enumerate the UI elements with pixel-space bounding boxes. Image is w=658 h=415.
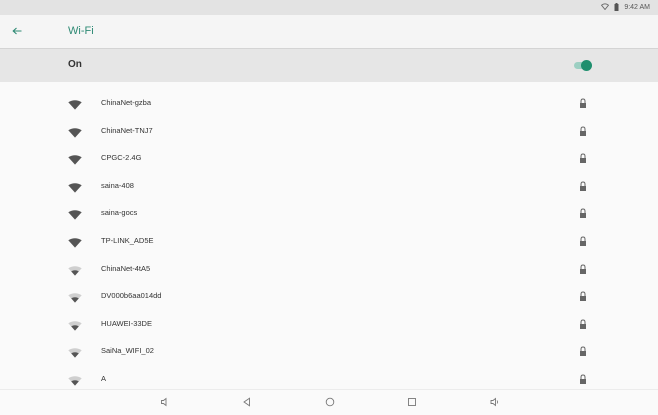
lock-icon (579, 124, 587, 136)
nav-back-button[interactable] (240, 395, 254, 409)
back-triangle-icon (243, 397, 250, 407)
lock-icon (579, 234, 587, 246)
lock-icon (579, 372, 587, 384)
network-item[interactable]: TP-LINK_AD5E (0, 228, 658, 256)
network-ssid: ChinaNet-TNJ7 (101, 125, 153, 135)
wifi-signal-icon (68, 235, 82, 248)
wifi-signal-icon (68, 345, 82, 358)
network-item[interactable]: CPGC-2.4G (0, 145, 658, 173)
arrow-back-icon (12, 27, 22, 35)
lock-icon (579, 151, 587, 164)
volume-up-icon (490, 397, 499, 407)
wifi-toggle-label: On (68, 59, 82, 70)
lock-icon (579, 179, 587, 191)
network-ssid: HUAWEI-33DE (101, 318, 152, 328)
status-bar: 9:42 AM (0, 0, 658, 15)
wifi-signal-icon (68, 180, 82, 193)
lock-icon (579, 262, 587, 274)
home-circle-icon (325, 397, 335, 407)
network-ssid: saina-408 (101, 180, 134, 190)
lock-icon (579, 317, 587, 329)
back-button[interactable] (8, 22, 26, 40)
network-item[interactable]: ChinaNet-gzba (0, 90, 658, 118)
wifi-signal-icon (68, 263, 82, 276)
wifi-toggle-row[interactable]: On (0, 48, 658, 82)
wifi-signal-icon (68, 207, 82, 220)
wifi-signal-icon (68, 97, 82, 110)
lock-icon (579, 344, 587, 357)
wifi-signal-icon (68, 125, 82, 138)
nav-bar (0, 389, 658, 415)
network-ssid: A (101, 374, 107, 383)
recents-square-icon (408, 398, 416, 406)
page-title: Wi-Fi (68, 25, 94, 37)
network-ssid: TP-LINK_AD5E (101, 236, 154, 245)
wifi-signal-icon (68, 290, 82, 303)
volume-down-button[interactable] (158, 395, 172, 409)
app-bar: Wi-Fi (0, 15, 658, 48)
wifi-status-icon (601, 3, 610, 12)
nav-recents-button[interactable] (405, 395, 419, 409)
network-ssid: SaiNa_WIFI_02 (101, 346, 154, 356)
network-ssid: CPGC-2.4G (101, 153, 142, 163)
network-item[interactable]: ChinaNet-TNJ7 (0, 118, 658, 146)
network-item[interactable]: SaiNa_WIFI_02 (0, 338, 658, 366)
network-ssid: ChinaNet-4tA5 (101, 263, 151, 273)
wifi-switch[interactable] (573, 59, 593, 71)
battery-icon (614, 2, 619, 13)
volume-down-icon (161, 397, 167, 407)
network-ssid: saina-gocs (101, 208, 138, 218)
lock-icon (579, 289, 587, 302)
network-item[interactable]: HUAWEI-33DE (0, 311, 658, 339)
switch-thumb (581, 60, 592, 71)
network-item[interactable]: DV000b6aa014dd (0, 283, 658, 311)
network-item[interactable]: ChinaNet-4tA5 (0, 256, 658, 284)
network-item[interactable]: saina-408 (0, 173, 658, 201)
wifi-signal-icon (68, 373, 82, 386)
volume-up-button[interactable] (488, 395, 502, 409)
wifi-signal-icon (68, 318, 82, 331)
nav-home-button[interactable] (323, 395, 337, 409)
status-time: 9:42 AM (624, 4, 650, 11)
lock-icon (579, 206, 587, 219)
network-item[interactable]: saina-gocs (0, 200, 658, 228)
network-ssid: DV000b6aa014dd (101, 291, 162, 301)
wifi-signal-icon (68, 152, 82, 165)
lock-icon (579, 96, 587, 108)
network-ssid: ChinaNet-gzba (101, 98, 152, 107)
